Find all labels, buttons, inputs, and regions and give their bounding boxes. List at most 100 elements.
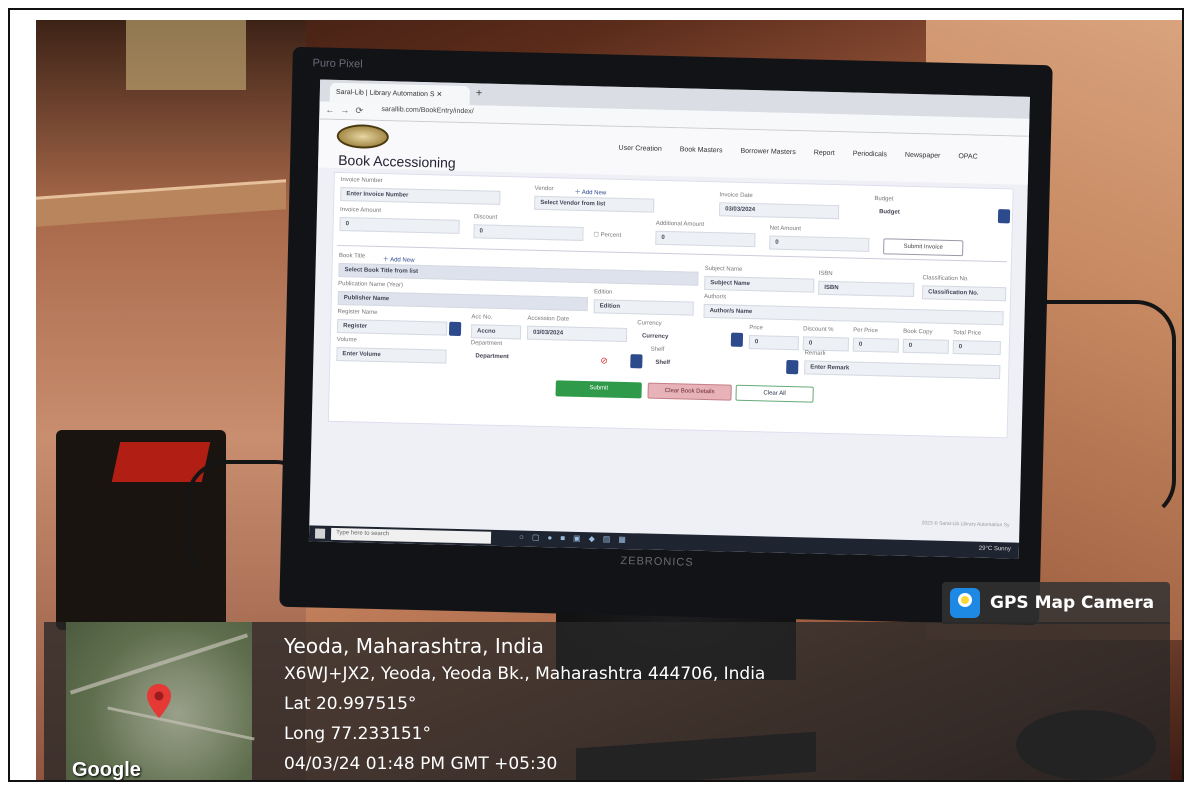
currency-select[interactable]: Currency [636, 330, 728, 347]
submit-invoice-button[interactable]: Submit Invoice [883, 238, 964, 257]
net-amount-label: Net Amount [769, 225, 802, 233]
register-dropdown-icon[interactable] [448, 321, 462, 336]
clear-all-button[interactable]: Clear All [735, 384, 814, 403]
menu-borrower-masters[interactable]: Borrower Masters [740, 148, 795, 156]
book-add-new-text: Add New [390, 257, 415, 264]
book-add-new[interactable]: ＋ Add New [383, 254, 415, 264]
accession-form: Invoice Number Enter Invoice Number Vend… [327, 171, 1014, 439]
discount-label: Discount [473, 214, 498, 221]
location-overlay: Google Yeoda, Maharashtra, India X6WJ+JX… [44, 622, 1170, 781]
photo-frame: Puro Pixel ZEBRONICS Saral-Lib | Library… [8, 8, 1184, 782]
taskbar-search[interactable]: Type here to search [330, 527, 492, 544]
submit-button[interactable]: Submit [555, 380, 642, 399]
subject-name-input[interactable]: Subject Name [704, 275, 815, 293]
currency-dropdown-icon[interactable] [730, 332, 744, 347]
department-select[interactable]: Department [470, 350, 601, 368]
acc-no-input[interactable]: Accno [470, 324, 522, 340]
isbn-input[interactable]: ISBN [818, 280, 915, 298]
vendor-select[interactable]: Select Vendor from list [534, 195, 655, 213]
register-label: Register Name [337, 308, 378, 316]
google-logo: Google [72, 759, 141, 781]
discount-percent-input[interactable]: 0 [802, 336, 850, 352]
location-datetime: 04/03/24 01:48 PM GMT +05:30 [284, 754, 558, 774]
shelf-dropdown-icon[interactable] [786, 359, 799, 375]
location-latitude: Lat 20.997515° [284, 694, 417, 714]
shelf-select[interactable]: Shelf [650, 356, 781, 374]
gps-camera-badge: GPS Map Camera [942, 582, 1170, 624]
per-price-input[interactable]: 0 [852, 337, 900, 353]
taskbar: Type here to search ○▢●■▣◆▤▦ 29°C Sunny [308, 525, 1020, 559]
location-place: Yeoda, Maharashtra, India [284, 634, 544, 658]
department-dropdown-icon[interactable] [630, 354, 643, 369]
main-menu: User Creation Book Masters Borrower Mast… [618, 145, 977, 161]
acc-no-label: Acc No. [471, 314, 493, 321]
vendor-add-new[interactable]: ＋ Add New [574, 187, 606, 197]
page-title: Book Accessioning [338, 151, 456, 171]
additional-amount-input[interactable]: 0 [655, 230, 756, 248]
invoice-date-input[interactable]: 03/03/2024 [718, 202, 840, 220]
authors-input[interactable]: Author/s Name [703, 303, 1004, 326]
location-address: X6WJ+JX2, Yeoda, Yeoda Bk., Maharashtra … [284, 664, 766, 684]
publication-select[interactable]: Publisher Name [337, 290, 588, 312]
taskbar-app-icons[interactable]: ○▢●■▣◆▤▦ [519, 532, 634, 544]
accession-date-label: Accession Date [527, 315, 570, 323]
book-copy-label: Book Copy [903, 328, 933, 336]
tab-title: Saral-Lib | Library Automation S [335, 88, 435, 99]
location-longitude: Long 77.233151° [284, 724, 431, 744]
department-label: Department [470, 340, 503, 347]
map-road [107, 706, 255, 741]
percent-checkbox[interactable]: ☐ Percent [593, 231, 621, 239]
footer-text: 2023 © Saral-Lib Library Automation Sy [921, 520, 1010, 529]
menu-report[interactable]: Report [814, 150, 835, 158]
net-amount-input[interactable]: 0 [769, 235, 870, 252]
menu-book-masters[interactable]: Book Masters [680, 146, 723, 154]
isbn-label: ISBN [818, 270, 833, 278]
windows-start-icon[interactable] [314, 528, 326, 539]
nav-icons[interactable]: ←→⟳ [325, 105, 369, 117]
budget-dropdown-icon[interactable] [997, 209, 1011, 224]
gps-camera-logo-icon [950, 588, 980, 618]
discount-input[interactable]: 0 [473, 224, 584, 241]
subject-name-label: Subject Name [704, 265, 743, 273]
currency-label: Currency [637, 320, 662, 327]
book-copy-input[interactable]: 0 [902, 338, 949, 354]
menu-user-creation[interactable]: User Creation [618, 145, 661, 153]
not-allowed-icon: ⊘ [600, 355, 609, 366]
institution-logo [336, 123, 390, 150]
new-tab-icon[interactable]: + [476, 87, 483, 99]
menu-opac[interactable]: OPAC [958, 153, 977, 160]
percent-label: Percent [600, 232, 622, 239]
authors-label: Author/s [703, 293, 727, 301]
budget-select[interactable]: Budget [873, 206, 995, 223]
volume-label: Volume [336, 336, 357, 344]
map-pin-icon [147, 684, 171, 718]
invoice-amount-input[interactable]: 0 [339, 216, 460, 234]
total-price-input[interactable]: 0 [952, 340, 1001, 356]
url-text[interactable]: sarallib.com/BookEntry/index/ [381, 106, 473, 115]
volume-input[interactable]: Enter Volume [336, 346, 447, 364]
invoice-number-label: Invoice Number [340, 177, 383, 185]
price-input[interactable]: 0 [748, 335, 800, 351]
menu-newspaper[interactable]: Newspaper [905, 152, 941, 160]
remark-input[interactable]: Enter Remark [804, 360, 1001, 380]
book-title-label: Book Title [338, 252, 366, 260]
vendor-label: Vendor [534, 185, 554, 193]
monitor: Puro Pixel ZEBRONICS Saral-Lib | Library… [279, 46, 1053, 626]
additional-amount-label: Additional Amount [655, 220, 705, 228]
notice-board [126, 20, 246, 90]
accession-date-input[interactable]: 03/03/2024 [526, 325, 628, 343]
edition-input[interactable]: Edition [593, 299, 694, 316]
monitor-bottom-brand: ZEBRONICS [620, 554, 694, 569]
edition-label: Edition [593, 289, 613, 296]
clear-book-details-button[interactable]: Clear Book Details [647, 382, 732, 401]
shelf-label: Shelf [650, 346, 665, 353]
mini-map: Google [66, 622, 255, 781]
monitor-brand: Puro Pixel [312, 57, 363, 71]
classification-input[interactable]: Classification No. [921, 285, 1007, 302]
invoice-number-input[interactable]: Enter Invoice Number [340, 187, 501, 205]
menu-periodicals[interactable]: Periodicals [853, 151, 887, 159]
register-select[interactable]: Register [336, 318, 448, 336]
budget-label: Budget [874, 196, 894, 203]
invoice-date-label: Invoice Date [719, 192, 753, 200]
total-price-label: Total Price [953, 330, 982, 337]
